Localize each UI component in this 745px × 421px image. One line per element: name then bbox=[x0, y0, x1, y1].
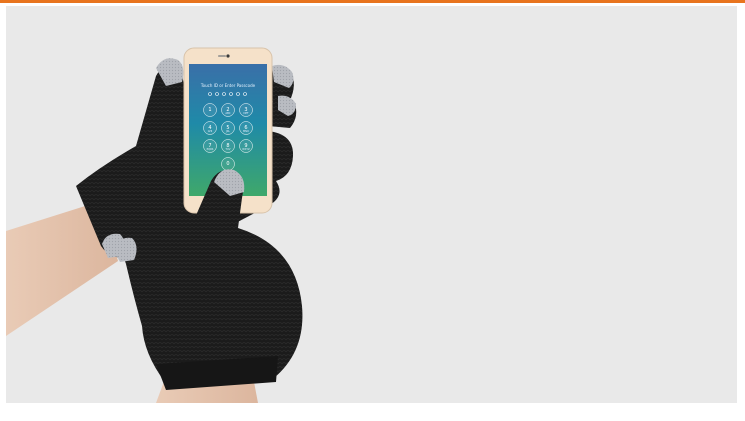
image-bottom-margin bbox=[6, 403, 737, 421]
keypad-letters: GHI bbox=[208, 129, 213, 133]
keypad-key-4[interactable]: 4GHI bbox=[203, 121, 217, 135]
keypad-digit: 0 bbox=[226, 161, 229, 167]
keypad-digit: 1 bbox=[208, 107, 211, 113]
keypad-key-5[interactable]: 5JKL bbox=[221, 121, 235, 135]
keypad-key-9[interactable]: 9WXYZ bbox=[239, 139, 253, 153]
keypad-key-3[interactable]: 3DEF bbox=[239, 103, 253, 117]
keypad-letters: MNO bbox=[243, 129, 249, 133]
phone-camera-icon bbox=[226, 54, 230, 58]
keypad-key-8[interactable]: 8TUV bbox=[221, 139, 235, 153]
keypad-key-2[interactable]: 2ABC bbox=[221, 103, 235, 117]
keypad-letters: ABC bbox=[225, 111, 230, 115]
keypad-letters: WXYZ bbox=[242, 147, 250, 151]
keypad-letters: PQRS bbox=[207, 147, 214, 151]
keypad-letters: JKL bbox=[225, 129, 230, 133]
product-image-frame: Touch ID or Enter Passcode 1 2 ABC 3 DEF 4 GHI… bbox=[0, 0, 745, 421]
gloved-hands-phone-illustration: Touch ID or Enter Passcode 1 2ABC 3DEF 4GHI… bbox=[6, 47, 303, 403]
keypad-key-7[interactable]: 7PQRS bbox=[203, 139, 217, 153]
product-photo: Touch ID or Enter Passcode 1 2 ABC 3 DEF 4 GHI… bbox=[6, 6, 737, 403]
phone-speaker-icon bbox=[218, 55, 226, 57]
keypad-key-1[interactable]: 1 bbox=[203, 103, 217, 117]
keypad-letters: TUV bbox=[225, 147, 230, 151]
keypad-letters: DEF bbox=[244, 111, 250, 115]
keypad-key-6[interactable]: 6MNO bbox=[239, 121, 253, 135]
top-accent-bar bbox=[0, 0, 745, 3]
keypad-key-0[interactable]: 0 bbox=[221, 157, 235, 171]
passcode-title: Touch ID or Enter Passcode bbox=[200, 83, 256, 88]
